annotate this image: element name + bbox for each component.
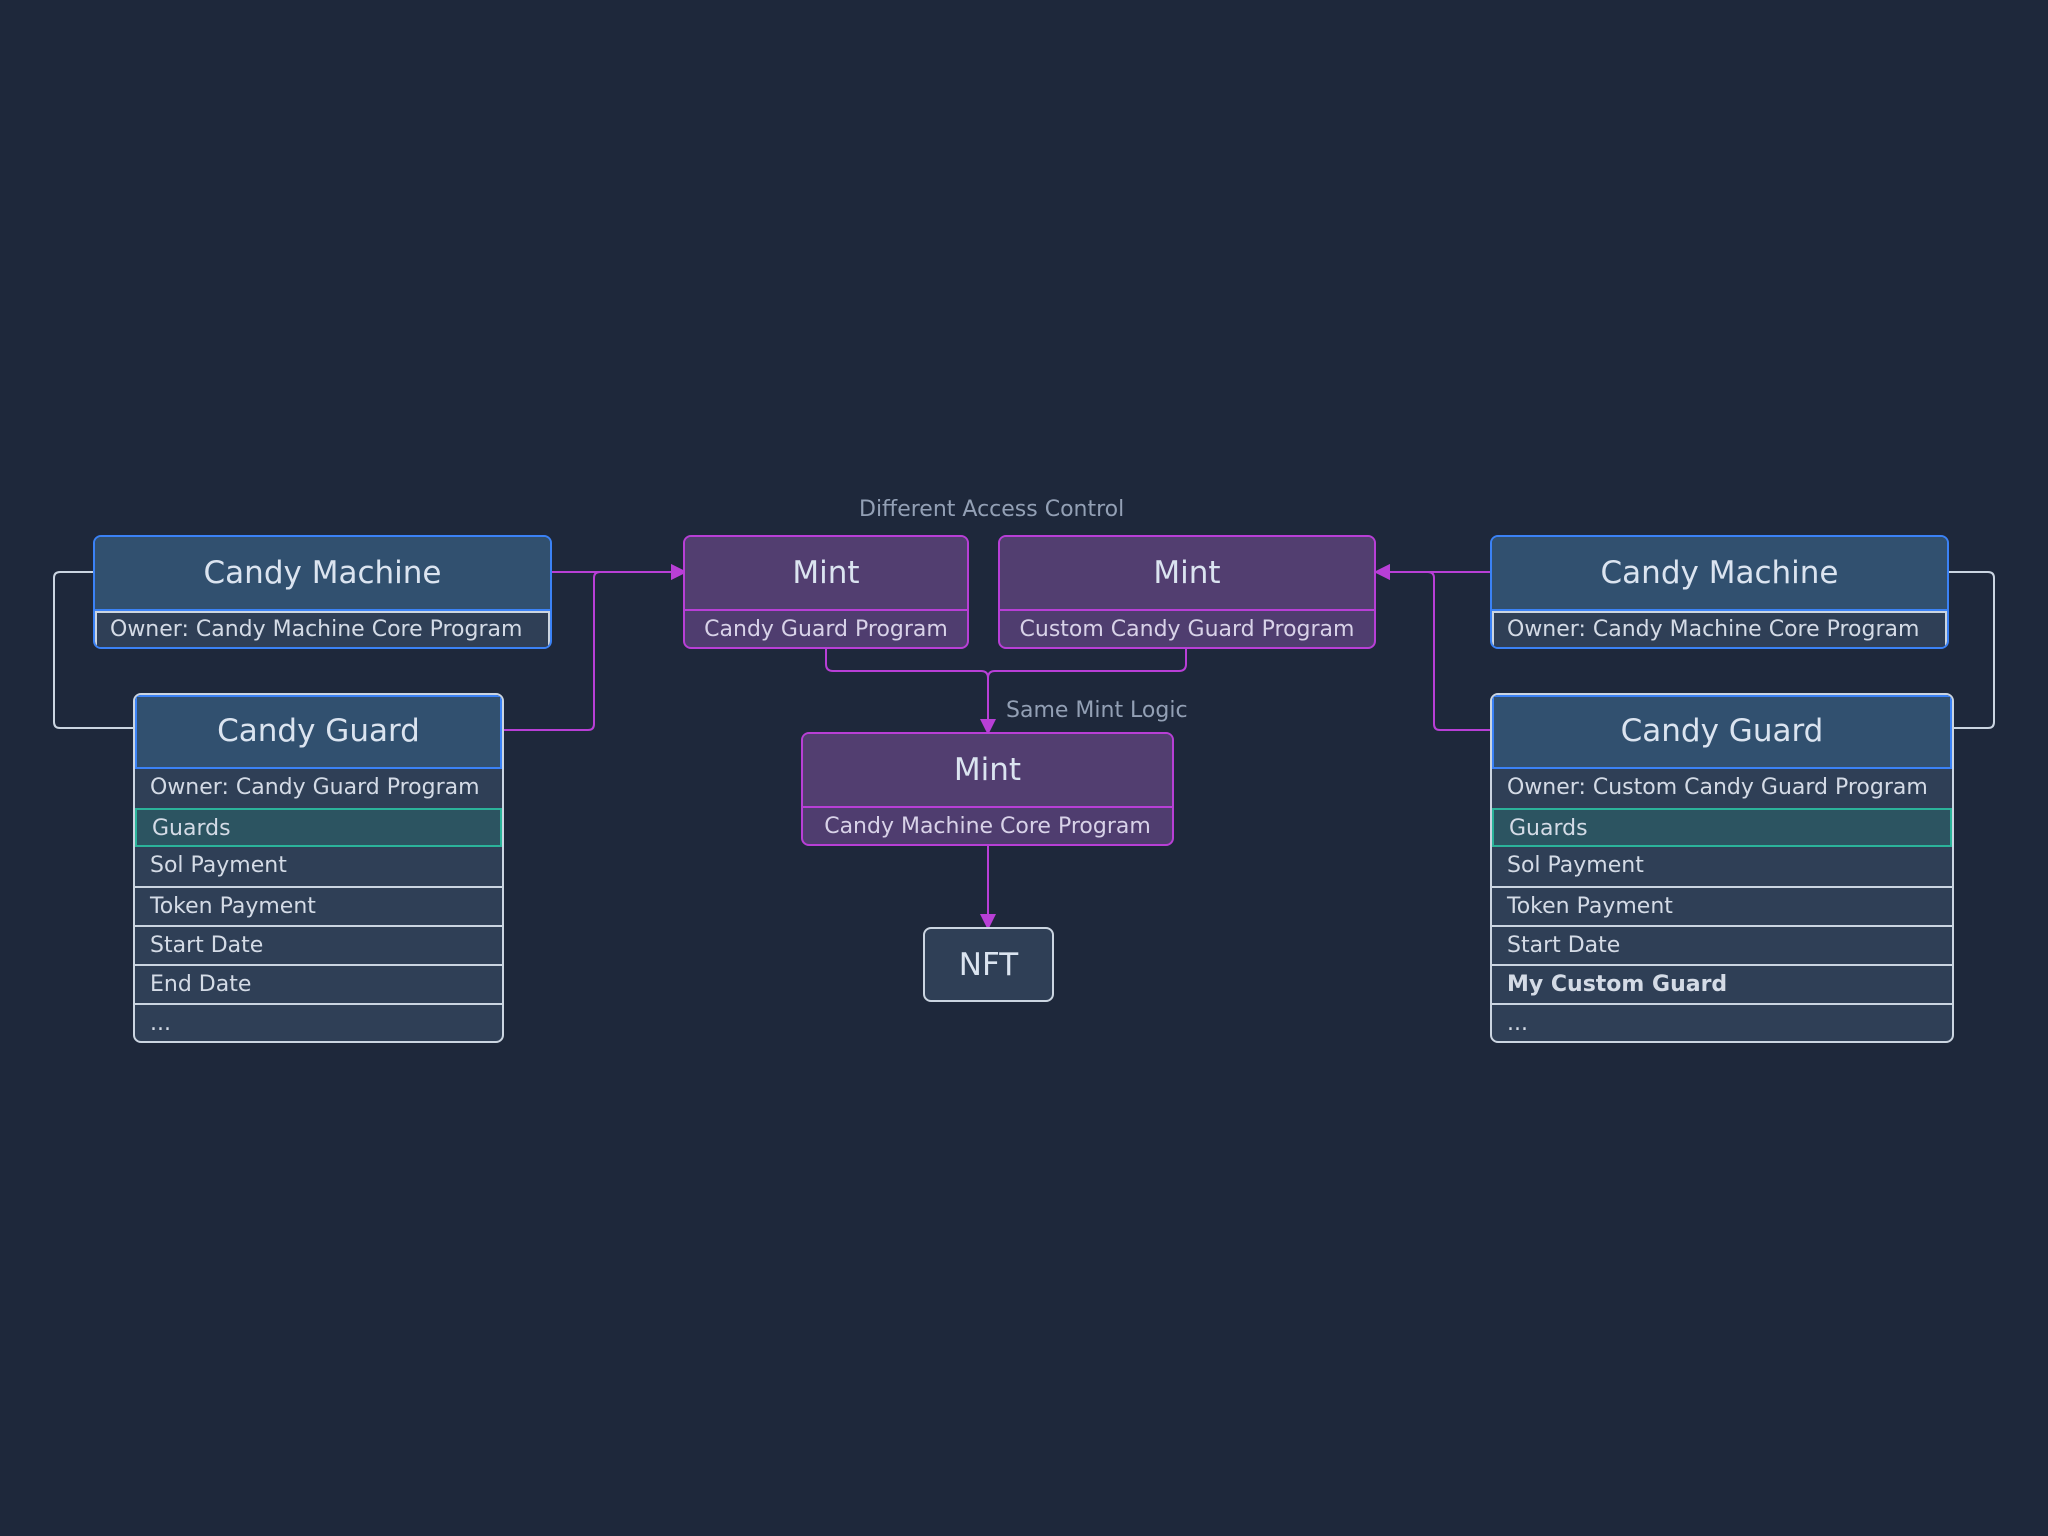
mint-candy-guard-title: Mint	[685, 537, 967, 611]
right-guard-item: Token Payment	[1492, 886, 1952, 925]
right-cg-to-mint-arrow	[1374, 564, 1492, 731]
right-candy-machine-owner: Owner: Candy Machine Core Program	[1492, 611, 1947, 647]
right-guard-item: Start Date	[1492, 925, 1952, 964]
mint-custom-candy-guard[interactable]: Mint Custom Candy Guard Program	[998, 535, 1376, 649]
right-candy-machine[interactable]: Candy Machine Owner: Candy Machine Core …	[1490, 535, 1949, 649]
left-candy-guard-title: Candy Guard	[135, 695, 502, 769]
mint-custom-candy-guard-program: Custom Candy Guard Program	[1019, 617, 1355, 642]
right-guard-item: ...	[1492, 1003, 1952, 1041]
mint-candy-machine-core-program: Candy Machine Core Program	[824, 814, 1151, 839]
left-candy-machine[interactable]: Candy Machine Owner: Candy Machine Core …	[93, 535, 552, 649]
mint-candy-machine-core-title: Mint	[803, 734, 1172, 808]
left-guards-header: Guards	[135, 808, 502, 847]
left-guard-item: Sol Payment	[150, 853, 287, 878]
mint-custom-candy-guard-title: Mint	[1000, 537, 1374, 611]
right-candy-machine-title: Candy Machine	[1492, 537, 1947, 611]
mint-right-to-core-connector	[987, 649, 1187, 679]
left-guard-item: Start Date	[135, 925, 502, 964]
same-mint-logic-label: Same Mint Logic	[1006, 698, 1188, 723]
mint-candy-machine-core[interactable]: Mint Candy Machine Core Program	[801, 732, 1174, 846]
right-candy-guard[interactable]: Candy Guard Owner: Custom Candy Guard Pr…	[1490, 693, 1954, 1043]
left-candy-guard-owner: Owner: Candy Guard Program	[150, 775, 480, 800]
nft-node[interactable]: NFT	[923, 927, 1054, 1002]
right-guards-header: Guards	[1492, 808, 1952, 847]
left-candy-guard[interactable]: Candy Guard Owner: Candy Guard Program G…	[133, 693, 504, 1043]
left-candy-machine-title: Candy Machine	[95, 537, 550, 611]
right-candy-guard-title: Candy Guard	[1492, 695, 1952, 769]
mint-left-to-core-arrow	[825, 649, 996, 735]
right-guard-item: Sol Payment	[1507, 853, 1644, 878]
access-control-label: Different Access Control	[859, 497, 1125, 522]
mint-candy-guard-program: Candy Guard Program	[704, 617, 948, 642]
mint-candy-guard[interactable]: Mint Candy Guard Program	[683, 535, 969, 649]
right-candy-guard-owner: Owner: Custom Candy Guard Program	[1507, 775, 1928, 800]
left-guard-item: End Date	[135, 964, 502, 1003]
left-candy-machine-owner: Owner: Candy Machine Core Program	[95, 611, 550, 647]
left-guard-item: Token Payment	[135, 886, 502, 925]
right-bracket-connector	[1948, 571, 1995, 729]
left-guard-item: ...	[135, 1003, 502, 1041]
right-custom-guard-item: My Custom Guard	[1492, 964, 1952, 1003]
